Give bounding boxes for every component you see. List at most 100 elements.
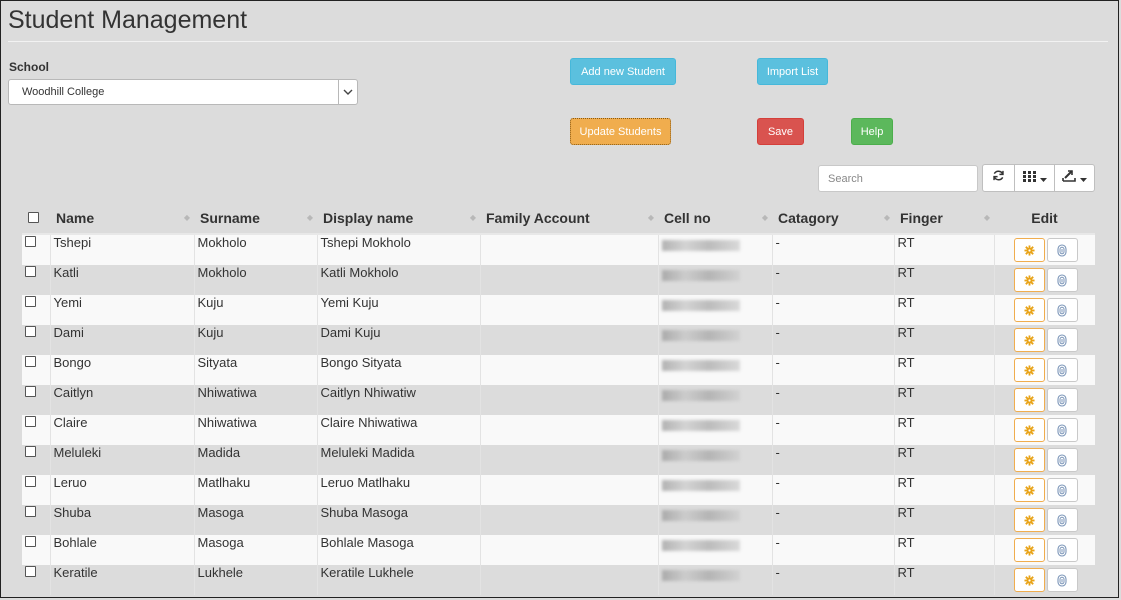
finger-cell: RT — [894, 565, 995, 595]
fingerprint-button[interactable] — [1046, 508, 1078, 532]
row-checkbox[interactable] — [25, 386, 36, 397]
row-checkbox[interactable] — [25, 566, 36, 577]
edit-settings-button[interactable] — [1013, 298, 1045, 322]
finger-cell: RT — [894, 415, 995, 445]
row-checkbox[interactable] — [25, 356, 36, 367]
add-new-student-button[interactable]: Add new Student — [570, 58, 676, 85]
refresh-button[interactable] — [982, 164, 1015, 192]
update-students-button[interactable]: Update Students — [570, 118, 671, 145]
edit-cell — [994, 265, 1095, 295]
fingerprint-icon — [1057, 573, 1067, 587]
chevron-down-icon[interactable] — [338, 80, 357, 104]
row-checkbox[interactable] — [25, 536, 36, 547]
table-row: Katli Mokholo Katli Mokholo - RT — [22, 265, 1095, 295]
redacted-phone — [661, 450, 740, 461]
row-select-cell — [22, 234, 51, 265]
column-header[interactable]: Cell no ◆ — [658, 203, 772, 235]
edit-settings-button[interactable] — [1013, 358, 1045, 382]
help-button[interactable]: Help — [851, 118, 893, 145]
row-checkbox[interactable] — [25, 266, 36, 277]
fingerprint-button[interactable] — [1046, 538, 1078, 562]
table-row: Shuba Masoga Shuba Masoga - RT — [22, 505, 1095, 535]
import-list-button[interactable]: Import List — [757, 58, 828, 85]
redacted-phone — [661, 420, 740, 431]
surname-cell: Kuju — [194, 295, 318, 325]
edit-settings-button[interactable] — [1013, 508, 1045, 532]
surname-cell: Mokholo — [194, 234, 318, 265]
category-cell: - — [772, 475, 895, 505]
surname-cell: Masoga — [194, 505, 318, 535]
row-checkbox[interactable] — [25, 326, 36, 337]
sort-icon: ◆ — [983, 213, 990, 222]
fingerprint-button[interactable] — [1046, 388, 1078, 412]
edit-cell — [994, 234, 1095, 265]
column-header[interactable]: Catagory ◆ — [772, 203, 894, 235]
sort-icon: ◆ — [647, 213, 654, 222]
select-all-checkbox[interactable] — [28, 212, 39, 223]
column-header[interactable]: Surname ◆ — [194, 203, 317, 235]
finger-cell: RT — [894, 265, 995, 295]
school-select[interactable]: Woodhill College — [8, 79, 358, 105]
columns-button[interactable] — [1014, 164, 1055, 192]
column-header[interactable]: Display name ◆ — [317, 203, 480, 235]
row-checkbox[interactable] — [25, 446, 36, 457]
edit-settings-button[interactable] — [1013, 328, 1045, 352]
fingerprint-button[interactable] — [1046, 448, 1078, 472]
caret-down-icon — [1039, 169, 1047, 187]
edit-settings-button[interactable] — [1013, 538, 1045, 562]
sort-icon: ◆ — [306, 213, 313, 222]
select-all-header — [22, 203, 50, 235]
column-header[interactable]: Name ◆ — [50, 203, 194, 235]
search-input[interactable] — [818, 165, 978, 192]
row-checkbox[interactable] — [25, 416, 36, 427]
save-button[interactable]: Save — [757, 118, 804, 145]
fingerprint-button[interactable] — [1046, 568, 1078, 592]
edit-settings-button[interactable] — [1013, 448, 1045, 472]
fingerprint-button[interactable] — [1046, 418, 1078, 442]
finger-cell: RT — [894, 325, 995, 355]
column-header[interactable]: Finger ◆ — [894, 203, 994, 235]
cell-no-cell — [658, 355, 773, 385]
category-cell: - — [772, 535, 895, 565]
row-checkbox[interactable] — [25, 506, 36, 517]
gear-icon — [1023, 424, 1035, 436]
table-row: Dami Kuju Dami Kuju - RT — [22, 325, 1095, 355]
edit-settings-button[interactable] — [1013, 388, 1045, 412]
edit-settings-button[interactable] — [1013, 568, 1045, 592]
row-checkbox[interactable] — [25, 476, 36, 487]
display-name-cell: Leruo Matlhaku — [317, 475, 481, 505]
edit-settings-button[interactable] — [1013, 478, 1045, 502]
family-account-cell — [480, 385, 659, 415]
fingerprint-button[interactable] — [1046, 358, 1078, 382]
display-name-cell: Tshepi Mokholo — [317, 234, 481, 265]
family-account-cell — [480, 415, 659, 445]
edit-settings-button[interactable] — [1013, 268, 1045, 292]
edit-settings-button[interactable] — [1013, 238, 1045, 262]
column-header[interactable]: Family Account ◆ — [480, 203, 658, 235]
fingerprint-button[interactable] — [1046, 298, 1078, 322]
family-account-cell — [480, 475, 659, 505]
gear-icon — [1023, 364, 1035, 376]
fingerprint-button[interactable] — [1046, 328, 1078, 352]
edit-settings-button[interactable] — [1013, 418, 1045, 442]
cell-no-cell — [658, 565, 773, 595]
edit-cell — [994, 385, 1095, 415]
name-cell: Katli — [50, 265, 195, 295]
caret-down-icon — [1080, 169, 1087, 187]
fingerprint-button[interactable] — [1046, 238, 1078, 262]
fingerprint-button[interactable] — [1046, 268, 1078, 292]
fingerprint-icon — [1057, 273, 1067, 287]
fingerprint-icon — [1057, 393, 1067, 407]
sort-icon: ◆ — [761, 213, 768, 222]
export-button[interactable] — [1054, 164, 1095, 192]
fingerprint-icon — [1057, 243, 1067, 257]
fingerprint-button[interactable] — [1046, 478, 1078, 502]
row-checkbox[interactable] — [25, 236, 36, 247]
row-checkbox[interactable] — [25, 296, 36, 307]
fingerprint-icon — [1057, 423, 1067, 437]
surname-cell: Matlhaku — [194, 475, 318, 505]
table-row: Caitlyn Nhiwatiwa Caitlyn Nhiwatiw - RT — [22, 385, 1095, 415]
family-account-cell — [480, 505, 659, 535]
edit-cell — [994, 505, 1095, 535]
table-row: Claire Nhiwatiwa Claire Nhiwatiwa - RT — [22, 415, 1095, 445]
